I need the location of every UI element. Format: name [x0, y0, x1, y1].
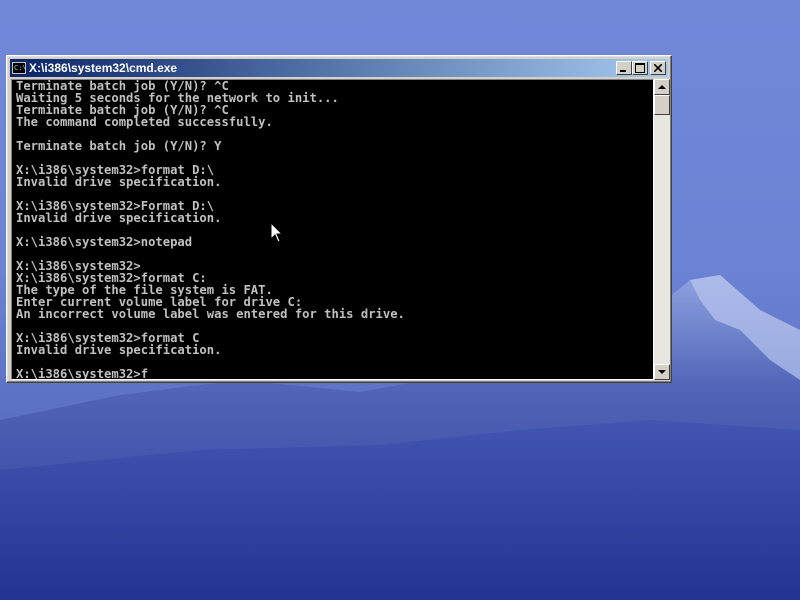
mouse-pointer-icon: [270, 222, 284, 243]
console-text: Terminate batch job (Y/N)? ^C Waiting 5 s…: [12, 80, 653, 380]
console-line: The command completed successfully.: [16, 115, 273, 129]
window-controls: [616, 61, 666, 75]
vertical-scrollbar[interactable]: [654, 79, 670, 380]
console-line: Invalid drive specification.: [16, 211, 222, 225]
title-bar[interactable]: C:\ X:\i386\system32\cmd.exe: [10, 59, 668, 77]
close-icon: [654, 64, 662, 72]
console-line: An incorrect volume label was entered fo…: [16, 307, 405, 321]
console-output[interactable]: Terminate batch job (Y/N)? ^C Waiting 5 s…: [11, 79, 654, 380]
console-line: Terminate batch job (Y/N)? Y: [16, 139, 222, 153]
console-line: Invalid drive specification.: [16, 343, 222, 357]
cmd-window[interactable]: C:\ X:\i386\system32\cmd.exe Terminate b…: [6, 55, 672, 383]
scroll-up-arrow-icon: [658, 85, 666, 89]
scroll-thumb[interactable]: [654, 95, 670, 115]
cmd-icon[interactable]: C:\: [12, 62, 27, 74]
console-line: Invalid drive specification.: [16, 175, 222, 189]
scroll-up-button[interactable]: [654, 79, 670, 95]
scroll-down-button[interactable]: [654, 364, 670, 380]
window-title: X:\i386\system32\cmd.exe: [29, 61, 178, 75]
close-button[interactable]: [650, 61, 666, 75]
maximize-button[interactable]: [632, 61, 648, 75]
minimize-button[interactable]: [616, 61, 632, 75]
console-line: X:\i386\system32>notepad: [16, 235, 193, 249]
scroll-down-arrow-icon: [658, 370, 666, 374]
console-line: X:\i386\system32>f: [16, 367, 149, 380]
